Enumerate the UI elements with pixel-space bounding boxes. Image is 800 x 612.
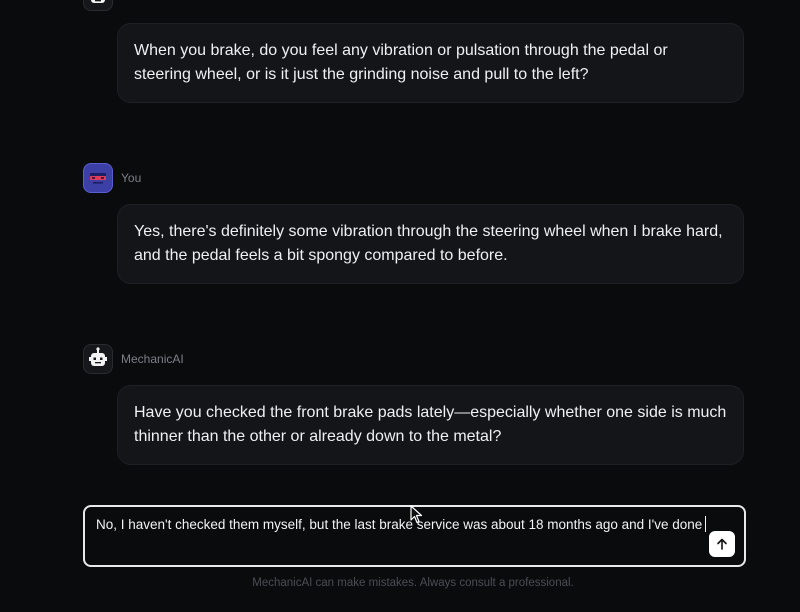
send-button[interactable] xyxy=(709,531,735,557)
assistant-name: MechanicAI xyxy=(121,352,184,366)
arrow-up-icon xyxy=(717,538,727,550)
assistant-message: When you brake, do you feel any vibratio… xyxy=(117,23,744,103)
mouse-cursor-icon xyxy=(410,505,423,524)
user-message: Yes, there's definitely some vibration t… xyxy=(117,204,744,284)
message-input-value: No, I haven't checked them myself, but t… xyxy=(96,517,703,532)
assistant-message: Have you checked the front brake pads la… xyxy=(117,385,744,465)
text-caret xyxy=(705,516,707,532)
user-avatar xyxy=(83,163,113,193)
user-avatar-icon xyxy=(86,166,110,190)
assistant-avatar xyxy=(83,344,113,374)
user-name: You xyxy=(121,171,142,185)
disclaimer: MechanicAI can make mistakes. Always con… xyxy=(252,577,574,589)
robot-icon xyxy=(89,347,107,366)
chat-page: When you brake, do you feel any vibratio… xyxy=(0,0,800,612)
message-input[interactable]: No, I haven't checked them myself, but t… xyxy=(96,516,707,532)
assistant-avatar xyxy=(83,0,113,11)
robot-icon xyxy=(91,0,105,3)
